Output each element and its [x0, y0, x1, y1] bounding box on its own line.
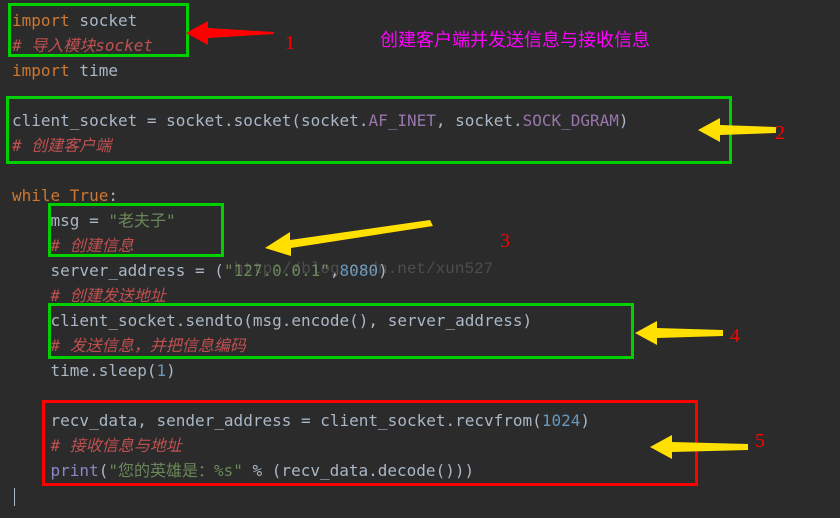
- label-5: 5: [755, 430, 765, 453]
- text-cursor: [14, 488, 15, 506]
- keyword: import: [12, 11, 70, 30]
- label-1: 1: [285, 32, 295, 55]
- blank-line: [12, 158, 828, 183]
- comment: # 发送信息，并把信息编码: [12, 336, 246, 355]
- comment: # 创建信息: [12, 236, 134, 255]
- comment: # 导入模块socket: [12, 36, 153, 55]
- code-line: print("您的英雄是：%s" % (recv_data.decode())): [12, 458, 828, 483]
- label-2: 2: [775, 122, 785, 145]
- code-line: client_socket.sendto(msg.encode(), serve…: [12, 308, 828, 333]
- blank-line: [12, 83, 828, 108]
- code-line: recv_data, sender_address = client_socke…: [12, 408, 828, 433]
- code-line: # 发送信息，并把信息编码: [12, 333, 828, 358]
- code-line: msg = "老夫子": [12, 208, 828, 233]
- code-line: client_socket = socket.socket(socket.AF_…: [12, 108, 828, 133]
- identifier: time: [70, 61, 118, 80]
- identifier: socket: [70, 11, 137, 30]
- code-line: while True:: [12, 183, 828, 208]
- code-editor: import socket # 导入模块socket import time c…: [0, 0, 840, 491]
- label-4: 4: [730, 325, 740, 348]
- code-line: import time: [12, 58, 828, 83]
- code-line: # 接收信息与地址: [12, 433, 828, 458]
- keyword: import: [12, 61, 70, 80]
- blank-line: [12, 383, 828, 408]
- code-line: # 创建发送地址: [12, 283, 828, 308]
- comment: # 创建客户端: [12, 136, 111, 155]
- code-line: # 创建客户端: [12, 133, 828, 158]
- code-line: # 创建信息: [12, 233, 828, 258]
- code-line: time.sleep(1): [12, 358, 828, 383]
- watermark: http://blog.csdn.net/xun527: [234, 260, 493, 278]
- comment: # 接收信息与地址: [12, 436, 182, 455]
- comment: # 创建发送地址: [12, 286, 166, 305]
- label-3: 3: [500, 230, 510, 253]
- slide-title: 创建客户端并发送信息与接收信息: [380, 26, 650, 52]
